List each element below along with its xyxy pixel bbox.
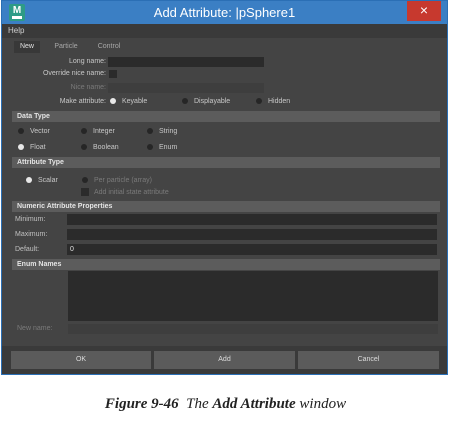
nice-name-label: Nice name: xyxy=(70,84,106,91)
long-name-input[interactable] xyxy=(108,57,264,67)
title-bar[interactable]: M Add Attribute: |pSphere1 × xyxy=(2,1,447,24)
maximum-input[interactable] xyxy=(67,229,437,240)
tab-bar: New Particle Control xyxy=(2,38,447,54)
cancel-button[interactable]: Cancel xyxy=(298,351,439,369)
displayable-radio[interactable] xyxy=(182,98,188,104)
displayable-label: Displayable xyxy=(194,98,231,105)
enum-radio[interactable] xyxy=(147,144,153,150)
per-particle-label: Per particle (array) xyxy=(94,177,152,184)
caption-text-before: The xyxy=(186,396,209,412)
add-button[interactable]: Add xyxy=(154,351,295,369)
scalar-radio[interactable] xyxy=(26,177,32,183)
window-title: Add Attribute: |pSphere1 xyxy=(153,5,296,20)
long-name-label: Long name: xyxy=(69,58,106,65)
add-initial-state-label: Add initial state attribute xyxy=(94,189,169,196)
override-nice-name-label: Override nice name: xyxy=(42,70,106,77)
hidden-label: Hidden xyxy=(268,98,291,105)
figure-number: Figure 9-46 xyxy=(104,396,179,412)
figure-caption: Figure 9-46 The Add Attribute window xyxy=(0,396,451,413)
keyable-label: Keyable xyxy=(122,98,148,105)
keyable-radio[interactable] xyxy=(110,98,116,104)
new-name-label: New name: xyxy=(17,325,53,332)
boolean-radio[interactable] xyxy=(81,144,87,150)
minimum-input[interactable] xyxy=(67,214,437,225)
new-name-input[interactable] xyxy=(68,324,438,334)
make-attribute-label: Make attribute: xyxy=(59,98,106,105)
button-bar: OK Add Cancel xyxy=(2,346,447,374)
string-label: String xyxy=(159,128,178,135)
vector-radio[interactable] xyxy=(18,128,24,134)
float-label: Float xyxy=(30,144,46,151)
nice-name-input[interactable] xyxy=(108,83,264,93)
add-attribute-window: M Add Attribute: |pSphere1 × Help New Pa… xyxy=(1,0,448,375)
add-initial-state-checkbox[interactable] xyxy=(81,188,89,196)
tab-particle[interactable]: Particle xyxy=(49,41,83,53)
enum-names-list[interactable] xyxy=(68,271,438,321)
per-particle-radio[interactable] xyxy=(82,177,88,183)
menu-help[interactable]: Help xyxy=(8,26,24,35)
menu-bar: Help xyxy=(2,24,447,38)
boolean-label: Boolean xyxy=(93,144,119,151)
numeric-properties-header[interactable]: Numeric Attribute Properties xyxy=(12,201,440,212)
enum-label: Enum xyxy=(159,144,178,151)
enum-names-header[interactable]: Enum Names xyxy=(12,259,440,270)
float-radio[interactable] xyxy=(18,144,24,150)
integer-radio[interactable] xyxy=(81,128,87,134)
tab-new[interactable]: New xyxy=(14,41,40,53)
caption-text-bold: Add Attribute xyxy=(212,396,296,412)
tab-control[interactable]: Control xyxy=(92,41,126,53)
default-input[interactable]: 0 xyxy=(67,244,437,255)
integer-label: Integer xyxy=(93,128,115,135)
attribute-type-header[interactable]: Attribute Type xyxy=(12,157,440,168)
data-type-header[interactable]: Data Type xyxy=(12,111,440,122)
default-label: Default: xyxy=(15,246,40,253)
override-nice-name-checkbox[interactable] xyxy=(109,70,117,78)
minimum-label: Minimum: xyxy=(15,216,46,223)
vector-label: Vector xyxy=(30,128,50,135)
ok-button[interactable]: OK xyxy=(11,351,151,369)
string-radio[interactable] xyxy=(147,128,153,134)
scalar-label: Scalar xyxy=(38,177,58,184)
caption-text-after: window xyxy=(299,396,347,412)
maximum-label: Maximum: xyxy=(15,231,48,238)
hidden-radio[interactable] xyxy=(256,98,262,104)
close-button[interactable]: × xyxy=(407,1,441,21)
